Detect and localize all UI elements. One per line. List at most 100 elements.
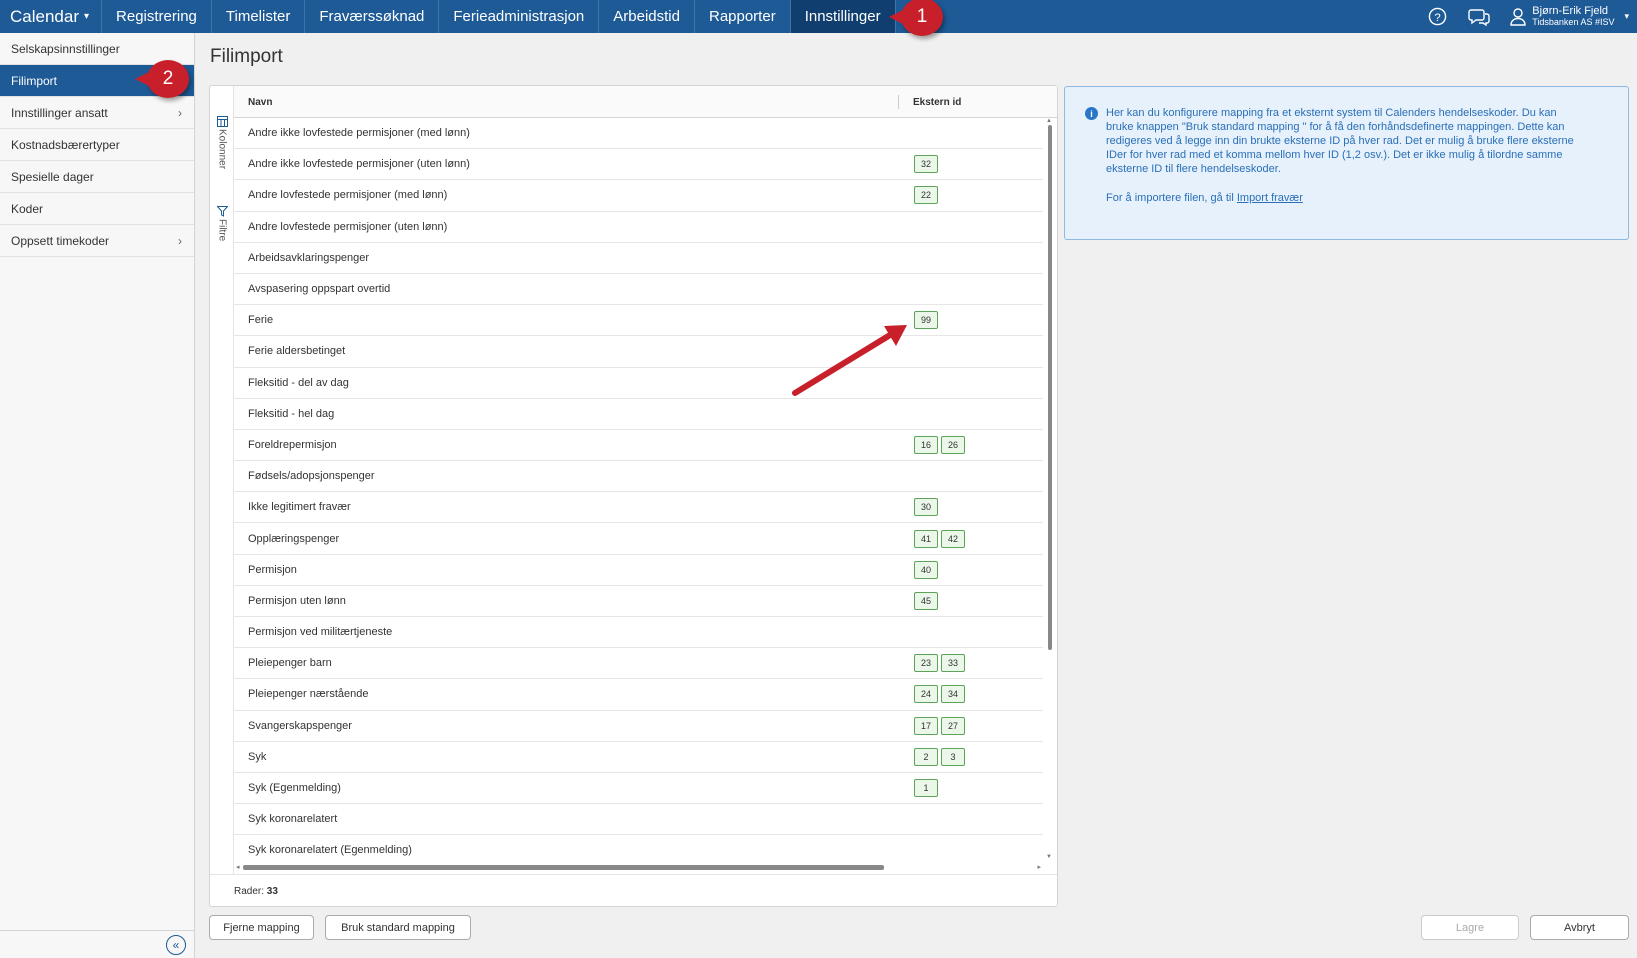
external-id-badge[interactable]: 32 xyxy=(914,155,938,174)
filters-tool[interactable]: Filtre xyxy=(212,206,232,241)
row-name: Pleiepenger barn xyxy=(248,657,332,670)
external-id-badge[interactable]: 26 xyxy=(941,435,965,454)
external-id-badge[interactable]: 3 xyxy=(941,747,965,766)
table-row[interactable]: Foreldrepermisjon 16 26 xyxy=(234,430,1043,462)
sidebar-item-label: Filimport xyxy=(11,73,58,88)
scroll-left-icon[interactable]: ◂ xyxy=(236,863,240,871)
external-id-cell[interactable]: 17 27 xyxy=(914,716,965,735)
external-id-cell[interactable]: 41 42 xyxy=(914,529,965,548)
external-id-cell[interactable]: 1 xyxy=(914,779,938,798)
sidebar-item-spesielle-dager[interactable]: Spesielle dager xyxy=(0,161,194,193)
chat-icon[interactable] xyxy=(1458,0,1500,33)
column-header-ekstern-id[interactable]: Ekstern id xyxy=(913,97,961,108)
scroll-thumb[interactable] xyxy=(243,865,884,870)
external-id-badge[interactable]: 40 xyxy=(914,560,938,579)
sidebar-item-koder[interactable]: Koder xyxy=(0,193,194,225)
external-id-cell[interactable]: 32 xyxy=(914,155,938,174)
external-id-badge[interactable]: 24 xyxy=(914,685,938,704)
nav-timelister[interactable]: Timelister xyxy=(212,0,306,33)
horizontal-scrollbar[interactable]: ◂ ▸ xyxy=(234,860,1057,874)
table-row[interactable]: Permisjon 40 xyxy=(234,555,1043,586)
scroll-thumb[interactable] xyxy=(1048,125,1052,650)
import-fravaer-link[interactable]: Import fravær xyxy=(1237,192,1303,204)
table-row[interactable]: Andre ikke lovfestede permisjoner (uten … xyxy=(234,149,1043,181)
external-id-cell[interactable]: 23 xyxy=(914,747,965,766)
table-row[interactable]: Andre lovfestede permisjoner (uten lønn) xyxy=(234,212,1043,243)
scroll-right-icon[interactable]: ▸ xyxy=(1037,863,1041,871)
sidebar-item-kostnadsbaerertyper[interactable]: Kostnadsbærertyper xyxy=(0,129,194,161)
external-id-badge[interactable]: 30 xyxy=(914,498,938,517)
vertical-scrollbar[interactable]: ▲ ▼ xyxy=(1043,118,1057,860)
columns-tool[interactable]: Kolonner xyxy=(212,116,232,169)
table-row[interactable]: Fleksitid - del av dag xyxy=(234,368,1043,399)
row-name: Arbeidsavklaringspenger xyxy=(248,251,370,264)
external-id-badge[interactable]: 22 xyxy=(914,186,938,205)
table-row[interactable]: Ferie 99 xyxy=(234,305,1043,337)
nav-fravaerssoknad[interactable]: Fraværssøknad xyxy=(305,0,440,33)
external-id-badge[interactable]: 27 xyxy=(941,716,965,735)
external-id-cell[interactable]: 30 xyxy=(914,498,938,517)
table-row[interactable]: Permisjon uten lønn 45 xyxy=(234,586,1043,617)
table-row[interactable]: Andre ikke lovfestede permisjoner (med l… xyxy=(234,118,1043,150)
external-id-badge[interactable]: 45 xyxy=(914,591,938,610)
column-header-navn[interactable]: Navn xyxy=(248,97,272,108)
save-button[interactable]: Lagre xyxy=(1421,915,1519,940)
sidebar-item-innstillinger-ansatt[interactable]: Innstillinger ansatt › xyxy=(0,97,194,129)
grid-header: Navn Ekstern id xyxy=(234,86,1057,118)
external-id-badge[interactable]: 16 xyxy=(914,435,938,454)
external-id-cell[interactable]: 23 33 xyxy=(914,654,965,673)
nav-rapporter[interactable]: Rapporter xyxy=(695,0,791,33)
top-right-tools: ? Bjørn-Erik Fjeld Tidsbanken AS #ISV ▾ xyxy=(1416,0,1637,33)
table-row[interactable]: Syk 2 3 xyxy=(234,742,1043,773)
sidebar: Selskapsinnstillinger Filimport Innstill… xyxy=(0,33,195,958)
info-text: Her kan du konfigurere mapping fra et ek… xyxy=(1106,107,1574,175)
external-id-badge[interactable]: 33 xyxy=(941,654,965,673)
table-row[interactable]: Syk koronarelatert xyxy=(234,804,1043,836)
external-id-badge[interactable]: 1 xyxy=(914,779,938,798)
row-name: Ferie xyxy=(248,314,274,327)
table-row[interactable]: Syk koronarelatert (Egenmelding) xyxy=(234,835,1043,860)
table-row[interactable]: Syk (Egenmelding) 1 xyxy=(234,773,1043,805)
table-row[interactable]: Ferie aldersbetinget xyxy=(234,336,1043,368)
table-row[interactable]: Opplæringspenger 41 42 xyxy=(234,523,1043,555)
external-id-badge[interactable]: 23 xyxy=(914,654,938,673)
table-row[interactable]: Andre lovfestede permisjoner (med lønn) 2… xyxy=(234,180,1043,212)
column-divider[interactable] xyxy=(898,95,899,109)
standard-mapping-button[interactable]: Bruk standard mapping xyxy=(325,915,471,940)
nav-ferieadministrasjon[interactable]: Ferieadministrasjon xyxy=(439,0,600,33)
external-id-cell[interactable]: 45 xyxy=(914,591,938,610)
table-row[interactable]: Ikke legitimert fravær 30 xyxy=(234,492,1043,524)
external-id-cell[interactable]: 40 xyxy=(914,560,938,579)
external-id-badge[interactable]: 17 xyxy=(914,716,938,735)
brand-menu[interactable]: Calendar ▾ xyxy=(0,0,103,33)
external-id-cell[interactable]: 16 26 xyxy=(914,435,965,454)
user-menu[interactable]: Bjørn-Erik Fjeld Tidsbanken AS #ISV ▾ xyxy=(1500,5,1637,28)
nav-arbeidstid[interactable]: Arbeidstid xyxy=(599,0,695,33)
sidebar-item-oppsett-timekoder[interactable]: Oppsett timekoder › xyxy=(0,225,194,257)
table-row[interactable]: Pleiepenger barn 23 33 xyxy=(234,648,1043,680)
table-row[interactable]: Permisjon ved militærtjeneste xyxy=(234,617,1043,649)
table-row[interactable]: Fødsels/adopsjonspenger xyxy=(234,461,1043,493)
annotation-arrow-icon xyxy=(792,325,907,396)
external-id-cell[interactable]: 22 xyxy=(914,186,938,205)
table-row[interactable]: Svangerskapspenger 17 27 xyxy=(234,711,1043,742)
filters-tool-label: Filtre xyxy=(216,219,228,242)
table-row[interactable]: Fleksitid - hel dag xyxy=(234,399,1043,430)
external-id-badge[interactable]: 34 xyxy=(941,685,965,704)
table-row[interactable]: Pleiepenger nærstående 24 34 xyxy=(234,679,1043,711)
table-row[interactable]: Avspasering oppspart overtid xyxy=(234,274,1043,306)
scroll-up-icon[interactable]: ▲ xyxy=(1046,118,1052,124)
nav-registrering[interactable]: Registrering xyxy=(102,0,212,33)
annotation-marker-2: 2 xyxy=(135,60,189,98)
columns-tool-label: Kolonner xyxy=(216,129,228,170)
cancel-button[interactable]: Avbryt xyxy=(1530,915,1629,940)
remove-mapping-button[interactable]: Fjerne mapping xyxy=(209,915,314,940)
external-id-cell[interactable]: 24 34 xyxy=(914,685,965,704)
help-circle-icon[interactable]: ? xyxy=(1416,0,1458,33)
external-id-badge[interactable]: 2 xyxy=(914,747,938,766)
external-id-badge[interactable]: 42 xyxy=(941,529,965,548)
external-id-badge[interactable]: 41 xyxy=(914,529,938,548)
nav-innstillinger[interactable]: Innstillinger xyxy=(790,0,896,33)
table-row[interactable]: Arbeidsavklaringspenger xyxy=(234,243,1043,274)
double-chevron-left-icon[interactable]: « xyxy=(166,935,186,955)
